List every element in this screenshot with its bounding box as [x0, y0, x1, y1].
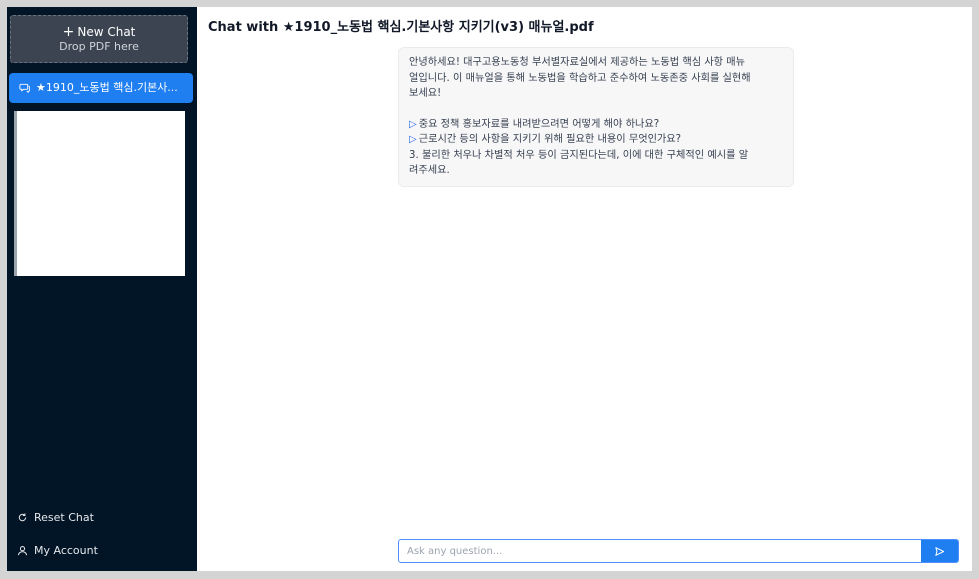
my-account-label: My Account — [34, 544, 98, 557]
play-arrow-icon: ▷ — [409, 134, 417, 145]
suggested-question[interactable]: ▷ 근로시간 등의 사항을 지키기 위해 필요한 내용이 무엇인가요? — [409, 132, 783, 148]
intro-line: 안녕하세요! 대구고용노동청 부서별자료실에서 제공하는 노동법 핵심 사항 매… — [409, 57, 746, 68]
chat-icon — [19, 83, 30, 94]
reset-chat-button[interactable]: Reset Chat — [17, 509, 94, 527]
drop-pdf-hint: Drop PDF here — [59, 40, 139, 53]
send-button[interactable] — [921, 540, 958, 562]
my-account-button[interactable]: My Account — [17, 542, 98, 560]
suggested-question[interactable]: 3. 불리한 처우나 차별적 처우 등이 금지된다는데, 이에 대한 구체적인 … — [409, 148, 783, 164]
suggested-question[interactable]: ▷ 중요 정책 홍보자료를 내려받으려면 어떻게 해야 하나요? — [409, 117, 783, 133]
main-panel: Chat with ★1910_노동법 핵심.기본사항 지키기(v3) 매뉴얼.… — [197, 7, 972, 571]
pdf-preview[interactable] — [14, 111, 185, 276]
assistant-message: 안녕하세요! 대구고용노동청 부서별자료실에서 제공하는 노동법 핵심 사항 매… — [398, 47, 794, 187]
intro-line: 얼입니다. 이 매뉴얼을 통해 노동법을 학습하고 준수하여 노동존중 사회를 … — [409, 72, 751, 84]
intro-line: 보세요! — [409, 88, 442, 99]
new-chat-label: New Chat — [77, 25, 136, 39]
send-icon — [935, 546, 945, 556]
new-chat-button[interactable]: + New Chat Drop PDF here — [10, 15, 188, 63]
app-window: + New Chat Drop PDF here ★1910_노동법 핵심.기본사… — [7, 7, 972, 571]
refresh-icon — [18, 513, 27, 522]
question-input-bar — [398, 539, 959, 563]
sidebar-chat-item[interactable]: ★1910_노동법 핵심.기본사... — [9, 73, 193, 103]
page-title: Chat with ★1910_노동법 핵심.기본사항 지키기(v3) 매뉴얼.… — [208, 20, 594, 35]
sidebar: + New Chat Drop PDF here ★1910_노동법 핵심.기본사… — [7, 7, 197, 571]
suggested-question-cont: 려주세요. — [409, 165, 450, 176]
chat-item-label: ★1910_노동법 핵심.기본사... — [36, 81, 178, 94]
question-input[interactable] — [399, 540, 919, 562]
plus-icon: + — [62, 24, 75, 40]
user-icon — [17, 546, 28, 556]
play-arrow-icon: ▷ — [409, 118, 417, 130]
reset-chat-label: Reset Chat — [34, 511, 94, 524]
